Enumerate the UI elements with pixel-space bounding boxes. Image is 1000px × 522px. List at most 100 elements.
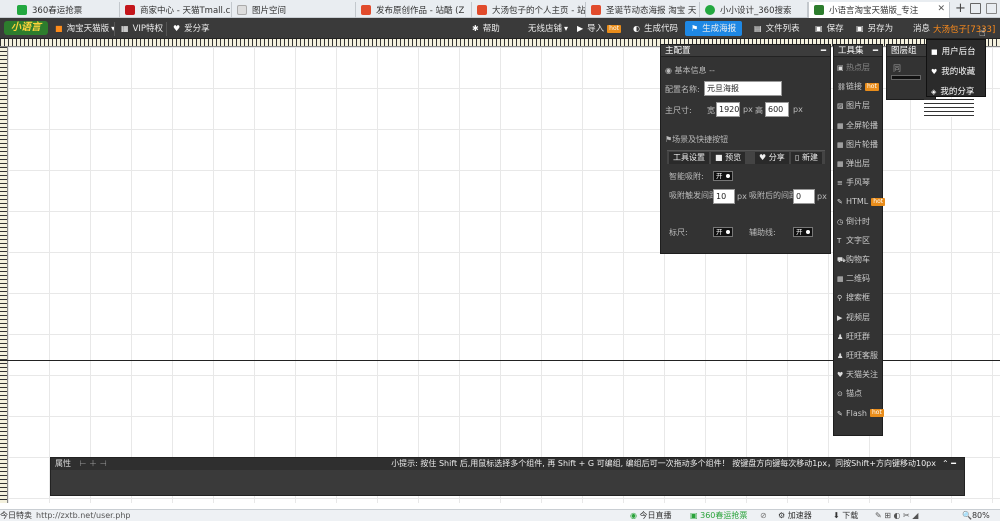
tool-item[interactable]: ✎ HTML hot (837, 195, 886, 209)
tool-item[interactable]: ⚲ 搜索框 (837, 291, 881, 305)
browser-tab[interactable]: 360春运抢票 (12, 2, 120, 18)
browser-tab[interactable]: 小小设计_360搜索 (700, 2, 808, 18)
scene-header[interactable]: ⚑场景及快捷按钮 (665, 134, 728, 145)
tool-item[interactable]: ▦ 图片轮播 (837, 138, 881, 152)
image-icon: ▨ (837, 102, 844, 111)
menu-item-user-admin[interactable]: ■ 用户后台 (931, 45, 976, 57)
search-icon: ⚲ (837, 294, 843, 303)
share-button[interactable]: ♥ 分享 (755, 152, 789, 164)
tool-item[interactable]: ▦ 全屏轮播 (837, 119, 881, 133)
cart-icon: ⛟ (837, 256, 846, 264)
accordion-icon: ≡ (837, 179, 843, 188)
qrcode-icon: ▦ (837, 275, 844, 284)
browser-tab[interactable]: 大汤包子的个人主页 - 站 (472, 2, 586, 18)
status-ticket[interactable]: ▣ 360春运抢票 (690, 510, 747, 522)
tool-label: 旺旺客服 (846, 351, 878, 360)
status-accelerator[interactable]: ⚙ 加速器 (778, 510, 812, 522)
save-button[interactable]: ▣ 保存 (815, 22, 844, 36)
help-button[interactable]: ✱ 帮助 (472, 22, 500, 36)
tool-item[interactable]: ▦ 弹出层 (837, 157, 881, 171)
status-download[interactable]: ⬇ 下载 (833, 510, 858, 522)
tool-label: Flash (846, 408, 867, 418)
tool-item[interactable]: ≡ 手风琴 (837, 176, 881, 190)
app-logo: 小语言 (4, 21, 48, 35)
config-name-field[interactable]: 元旦海报 (704, 81, 782, 96)
close-tab-icon[interactable]: ✕ (937, 4, 945, 14)
browser-tab[interactable]: 发布原创作品 - 站酷 (Z (356, 2, 472, 18)
tool-item[interactable]: ⊙ 锚点 (837, 387, 881, 401)
heart-icon: ♥ (173, 24, 181, 33)
layers-slider[interactable] (891, 75, 921, 80)
tool-item[interactable]: ▨ 图片层 (837, 99, 881, 113)
height-field[interactable]: 600 (765, 102, 789, 117)
smart-snap-toggle[interactable]: 开 (713, 171, 733, 181)
zoom-level[interactable]: 🔍80% (962, 510, 990, 522)
tool-item[interactable]: ♟ 旺旺群 (837, 330, 881, 344)
vip-button[interactable]: ▦ VIP特权 (114, 22, 163, 36)
panel-title: 主配置 ━ (661, 45, 830, 57)
anchor-icon: ⊙ (837, 390, 843, 399)
import-button[interactable]: ▶ 导入 hot (577, 22, 621, 36)
browser-tab[interactable]: 图片空间 (232, 2, 356, 18)
code-icon: ◐ (633, 24, 640, 33)
preview-button[interactable]: ■ 预览 (711, 152, 746, 164)
guide-toggle[interactable]: 开 (793, 227, 813, 237)
user-icon: ■ (931, 48, 938, 56)
save-as-button[interactable]: ▣ 另存为 (856, 22, 893, 36)
tool-item[interactable]: ◷ 倒计时 (837, 215, 881, 229)
message-button[interactable]: 消息 (913, 22, 930, 36)
tool-label: 旺旺群 (846, 331, 870, 341)
new-file-icon: ▯ (795, 153, 802, 162)
minimize-icon[interactable]: ━ (821, 45, 826, 57)
basic-info-header[interactable]: ◉ 基本信息 -- (665, 65, 715, 76)
flag-icon: ⚑ (691, 24, 699, 33)
grid-icon: ▦ (121, 24, 129, 33)
width-field[interactable]: 1920 (716, 102, 740, 117)
minimize-icon[interactable]: ━ (873, 45, 878, 57)
status-icon[interactable]: ⊘ (760, 510, 767, 522)
tool-item[interactable]: ⛓链接 hot (837, 80, 881, 94)
expand-icon[interactable]: ⌃ ━ (942, 458, 956, 470)
align-icons[interactable]: ⊢ ＋ ⊣ (80, 459, 107, 468)
tool-label: 图片轮播 (846, 139, 878, 149)
tool-label: HTML (846, 197, 869, 207)
menu-item-my-shares[interactable]: ◈ 我的分享 (931, 85, 974, 97)
file-list-button[interactable]: ▤ 文件列表 (754, 22, 800, 36)
tool-item[interactable]: ♥ 天猫关注 (837, 368, 881, 382)
new-button[interactable]: ▯ 新建 (791, 152, 822, 164)
restore-window-icon[interactable] (970, 3, 981, 14)
status-live[interactable]: ◉ 今日直播 (630, 510, 672, 522)
tool-label: 弹出层 (846, 159, 870, 168)
tool-item[interactable]: ▶ 视频层 (837, 311, 881, 325)
generate-poster-button[interactable]: ⚑ 生成海报 (685, 21, 743, 36)
browser-tab-active[interactable]: 小语言淘宝天猫版_专注 ✕ (808, 2, 950, 18)
ruler-toggle[interactable]: 开 (713, 227, 733, 237)
snap-after-field[interactable]: 0 (793, 189, 815, 204)
wireless-shop-button[interactable]: 无线店铺 ▾ (528, 22, 572, 36)
tool-item[interactable]: T 文字区 (837, 234, 881, 248)
new-tab-button[interactable]: + (955, 1, 966, 17)
snap-trigger-field[interactable]: 10 (713, 189, 735, 204)
vertical-ruler (0, 47, 8, 503)
tool-item[interactable]: ▣ 热点层 (837, 61, 881, 75)
menu-item-favorites[interactable]: ♥ 我的收藏 (931, 65, 975, 77)
browser-tab[interactable]: 圣诞节动态海报 淘宝 天 (586, 2, 700, 18)
window-button-icon[interactable] (986, 3, 997, 14)
tool-label: 图片层 (846, 101, 870, 111)
link-icon: ⛓ (837, 83, 846, 92)
status-sale[interactable]: 今日特卖 (0, 510, 32, 522)
tool-item[interactable]: ♟ 旺旺客服 (837, 349, 881, 363)
generate-code-button[interactable]: ◐ 生成代码 (633, 22, 678, 36)
tool-label: 文字区 (846, 235, 870, 245)
share-button[interactable]: ♥ 爱分享 (166, 22, 210, 36)
tool-settings-button[interactable]: 工具设置 (669, 152, 709, 164)
tool-item[interactable]: ▦ 二维码 (837, 272, 881, 286)
tool-item[interactable]: ✎ Flash hot (837, 407, 884, 421)
favicon-icon (477, 5, 487, 15)
browser-tab[interactable]: 商家中心 - 天猫Tmall.c (120, 2, 232, 18)
shop-selector[interactable]: ■ 淘宝天猫版 ▾ (55, 22, 119, 36)
status-tools-icons[interactable]: ✎ ⊞ ◐ ✂ ◢ (875, 510, 918, 522)
favicon-icon (591, 5, 601, 15)
tool-item[interactable]: ⛟购物车 (837, 253, 881, 267)
favicon-icon (361, 5, 371, 15)
